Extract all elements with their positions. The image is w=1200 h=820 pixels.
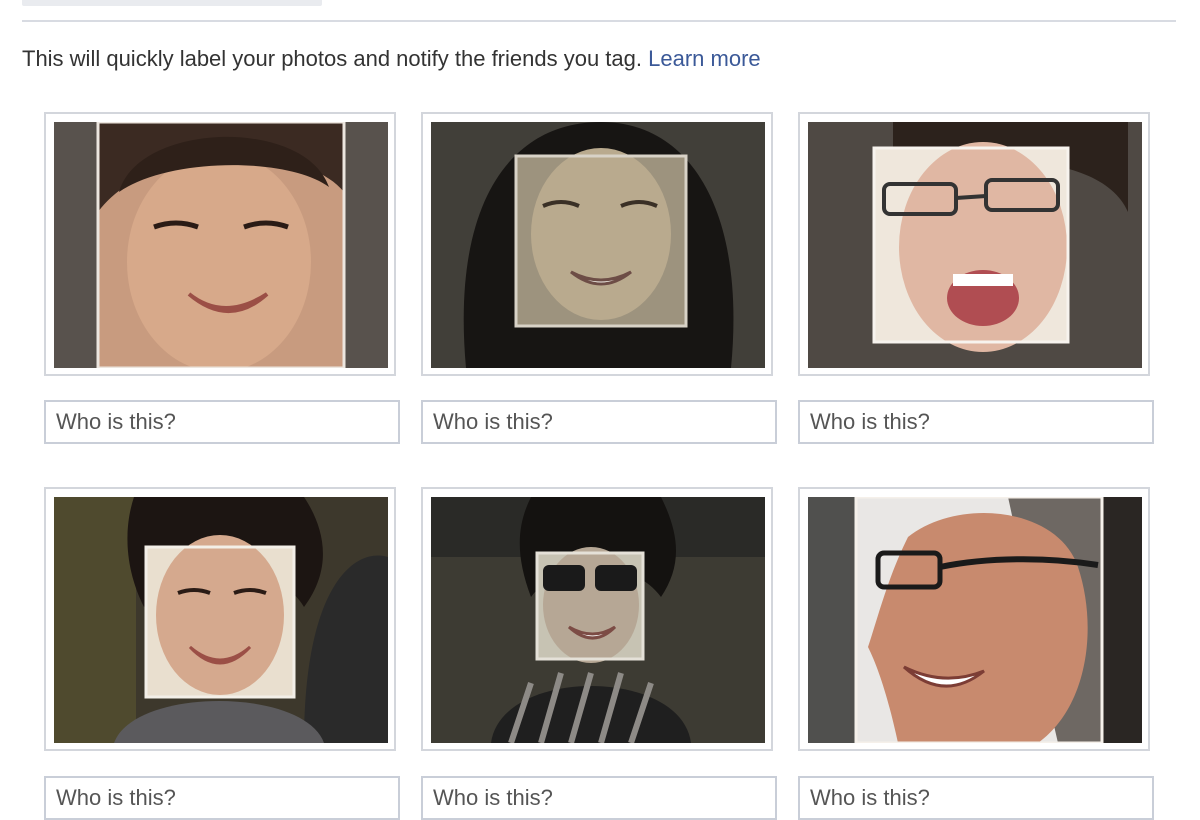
photo-card-4 bbox=[44, 487, 396, 751]
face-photo bbox=[431, 497, 765, 743]
photo-card-2 bbox=[421, 112, 773, 376]
photo-card-6 bbox=[798, 487, 1150, 751]
face-photo bbox=[808, 497, 1142, 743]
section-title bbox=[22, 0, 322, 6]
who-is-this-input-6[interactable] bbox=[798, 776, 1154, 820]
who-is-this-input-1[interactable] bbox=[44, 400, 400, 444]
who-is-this-input-2[interactable] bbox=[421, 400, 777, 444]
who-is-this-input-5[interactable] bbox=[421, 776, 777, 820]
learn-more-link[interactable]: Learn more bbox=[648, 46, 761, 71]
who-is-this-input-4[interactable] bbox=[44, 776, 400, 820]
face-photo bbox=[54, 122, 388, 368]
face-photo bbox=[54, 497, 388, 743]
photo-card-5 bbox=[421, 487, 773, 751]
photo-card-3 bbox=[798, 112, 1150, 376]
face-photo bbox=[808, 122, 1142, 368]
intro-sentence: This will quickly label your photos and … bbox=[22, 46, 642, 71]
who-is-this-input-3[interactable] bbox=[798, 400, 1154, 444]
intro-text: This will quickly label your photos and … bbox=[22, 45, 761, 73]
header-divider bbox=[22, 20, 1176, 22]
face-photo bbox=[431, 122, 765, 368]
photo-card-1 bbox=[44, 112, 396, 376]
